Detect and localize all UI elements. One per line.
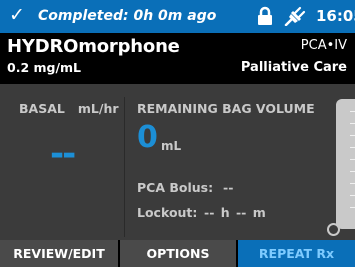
- softkey-bar: REVIEW/EDIT OPTIONS REPEAT Rx: [0, 240, 355, 267]
- drug-concentration: 0.2 mg/mL: [7, 60, 82, 75]
- bag-volume-gauge: [336, 99, 355, 229]
- remaining-volume-unit: mL: [161, 139, 182, 153]
- options-button[interactable]: OPTIONS: [120, 240, 238, 267]
- infusion-panel: BASAL mL/hr -- REMAINING BAG VOLUME 0 mL…: [0, 84, 355, 240]
- basal-rate-value: --: [50, 134, 76, 174]
- drug-name: HYDROmorphone: [7, 36, 180, 57]
- panel-divider: [124, 97, 125, 237]
- basal-rate-label: BASAL mL/hr: [19, 101, 119, 116]
- lockout-label: Lockout:: [137, 205, 198, 220]
- plug-icon: [284, 6, 306, 26]
- remaining-volume-value: 0: [137, 120, 158, 155]
- lockout-value: -- h -- m: [204, 205, 266, 220]
- check-icon: ✓: [9, 4, 25, 26]
- pca-bolus-value: --: [223, 180, 234, 195]
- status-bar: ✓ Completed: 0h 0m ago 16:05: [0, 0, 355, 33]
- drug-header: HYDROmorphone 0.2 mg/mL PCA•IV Palliativ…: [0, 33, 355, 84]
- care-area: Palliative Care: [240, 60, 347, 75]
- infusion-mode: PCA•IV: [300, 38, 347, 53]
- infusion-status-text: Completed: 0h 0m ago: [38, 8, 217, 24]
- clock-time: 16:05: [316, 7, 355, 25]
- pca-bolus-label: PCA Bolus:: [137, 180, 214, 195]
- review-edit-button[interactable]: REVIEW/EDIT: [0, 240, 120, 267]
- bag-gauge-bulb: [327, 223, 340, 236]
- remaining-volume-label: REMAINING BAG VOLUME: [137, 101, 315, 116]
- lock-icon: [258, 6, 272, 25]
- repeat-rx-button[interactable]: REPEAT Rx: [238, 240, 355, 267]
